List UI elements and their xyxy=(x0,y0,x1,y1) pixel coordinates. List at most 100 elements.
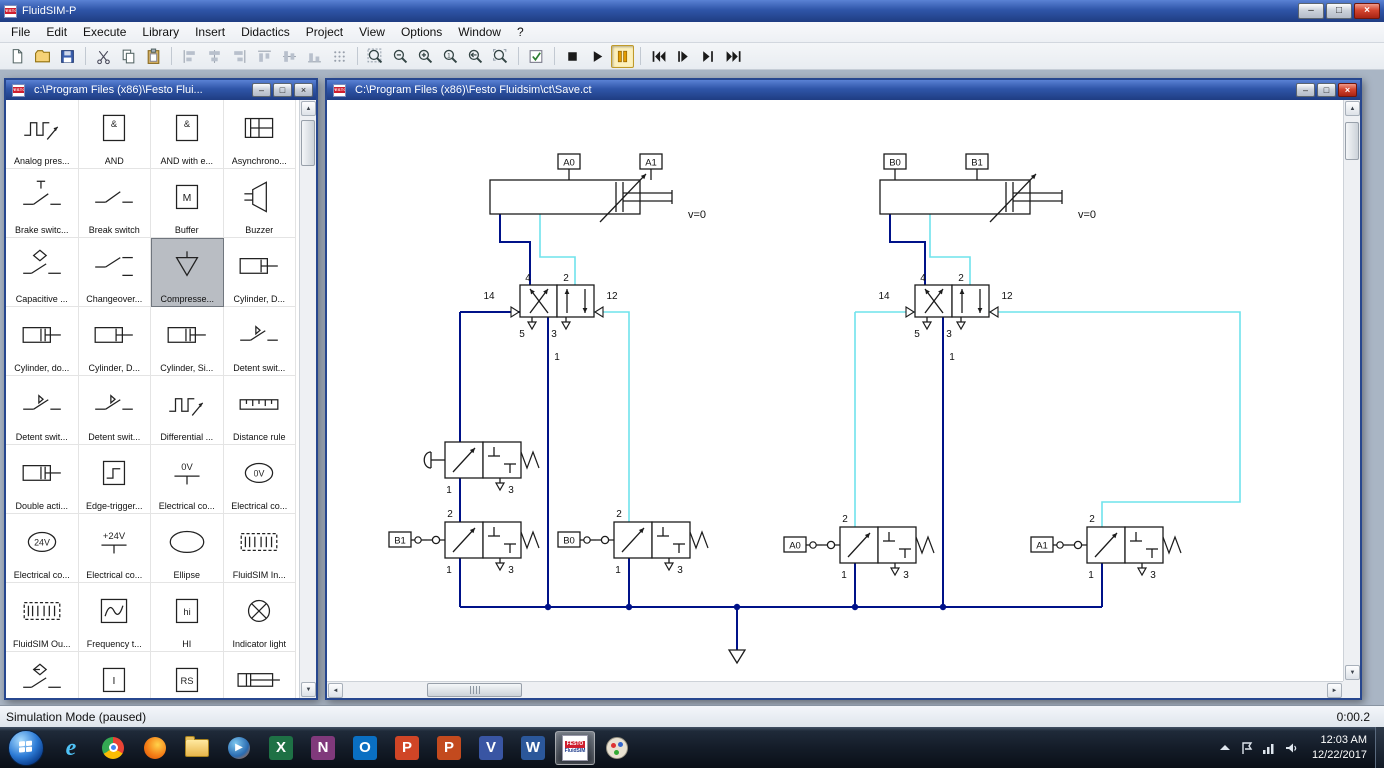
library-item-elec-conn-24v-2[interactable]: +24V Electrical co... xyxy=(78,514,151,583)
start-button[interactable] xyxy=(8,729,44,766)
toolbar-pause-button[interactable] xyxy=(611,44,634,68)
menu-item-help[interactable]: ? xyxy=(509,23,532,41)
circuit-hscroll-thumb[interactable] xyxy=(427,683,522,697)
menu-item-options[interactable]: Options xyxy=(393,23,450,41)
wires[interactable] xyxy=(459,214,1241,650)
library-maximize-button[interactable]: □ xyxy=(273,83,292,97)
toolbar-align-center-button[interactable] xyxy=(203,45,226,68)
library-item-indicator-light[interactable]: Indicator light xyxy=(223,583,296,652)
menu-item-edit[interactable]: Edit xyxy=(38,23,75,41)
taskbar-windows-explorer-button[interactable] xyxy=(177,731,217,765)
library-item-ellipse[interactable]: Ellipse xyxy=(151,514,224,583)
library-scrollbar[interactable]: ▲ ▼ xyxy=(299,100,316,698)
toolbar-single-step-button[interactable] xyxy=(672,45,695,68)
library-item-cylinder-si[interactable]: Cylinder, Si... xyxy=(151,307,224,376)
circuit-vscrollbar[interactable]: ▲ ▼ xyxy=(1343,100,1360,681)
valve-b0[interactable]: B0 2 1 3 xyxy=(557,509,709,576)
library-item-cylinder-d2[interactable]: Cylinder, D... xyxy=(78,307,151,376)
menu-item-view[interactable]: View xyxy=(351,23,393,41)
library-item-detent-1[interactable]: Detent swit... xyxy=(223,307,296,376)
library-item-fluidsim-out[interactable]: FluidSIM Ou... xyxy=(6,583,79,652)
toolbar-save-button[interactable] xyxy=(56,45,79,68)
toolbar-align-top-button[interactable] xyxy=(253,45,276,68)
taskbar-fluidsim-button[interactable]: FESTO FluidSIM xyxy=(555,730,595,765)
library-item-compressed-air-supply[interactable]: Compresse... xyxy=(151,238,224,307)
library-item-break-switch[interactable]: Break switch xyxy=(78,169,151,238)
library-item-linear-drive[interactable]: Linear Drive... xyxy=(224,652,296,698)
toolbar-check-circuit-button[interactable] xyxy=(525,45,548,68)
library-item-elec-conn-0v-2[interactable]: 0V Electrical co... xyxy=(223,445,296,514)
taskbar-firefox-button[interactable] xyxy=(135,731,175,765)
scroll-left-arrow[interactable]: ◄ xyxy=(328,683,343,698)
toolbar-copy-button[interactable] xyxy=(117,45,140,68)
close-button[interactable]: × xyxy=(1354,3,1380,19)
circuit-hscrollbar[interactable]: ◄ ► xyxy=(327,681,1343,698)
library-item-input[interactable]: IInput xyxy=(79,652,151,698)
taskbar-visio-button[interactable]: V xyxy=(471,731,511,765)
menu-item-library[interactable]: Library xyxy=(134,23,187,41)
taskbar-excel-button[interactable]: X xyxy=(261,731,301,765)
library-minimize-button[interactable]: – xyxy=(252,83,271,97)
circuit-window-titlebar[interactable]: FESTO C:\Program Files (x86)\Festo Fluid… xyxy=(327,80,1360,100)
taskbar-internet-explorer-button[interactable]: e xyxy=(51,731,91,765)
taskbar-outlook-button[interactable]: O xyxy=(345,731,385,765)
cylinder-b[interactable]: B0 B1 v=0 xyxy=(879,153,1096,223)
taskbar-publisher-button[interactable]: P xyxy=(429,731,469,765)
tray-hidden-icons-icon[interactable] xyxy=(1218,741,1232,755)
library-item-latching-relay[interactable]: RSLatching relay xyxy=(151,652,224,698)
show-desktop-button[interactable] xyxy=(1375,727,1384,768)
toolbar-grid-button[interactable] xyxy=(328,45,351,68)
taskbar-powerpoint-button[interactable]: P xyxy=(387,731,427,765)
menu-item-execute[interactable]: Execute xyxy=(75,23,134,41)
library-item-frequency[interactable]: Frequency t... xyxy=(78,583,151,652)
library-scroll-thumb[interactable] xyxy=(301,120,315,166)
menu-item-insert[interactable]: Insert xyxy=(187,23,233,41)
library-item-elec-conn-0v[interactable]: 0V Electrical co... xyxy=(151,445,224,514)
menu-item-didactics[interactable]: Didactics xyxy=(233,23,298,41)
menu-item-file[interactable]: File xyxy=(3,23,38,41)
library-item-distance-rule[interactable]: Distance rule xyxy=(223,376,296,445)
toolbar-open-button[interactable] xyxy=(31,45,54,68)
valve-start-button[interactable]: 13 xyxy=(423,441,540,496)
toolbar-align-middle-button[interactable] xyxy=(278,45,301,68)
toolbar-new-button[interactable] xyxy=(6,45,29,68)
tray-network-icon[interactable] xyxy=(1262,741,1276,755)
tray-volume-icon[interactable] xyxy=(1284,741,1298,755)
cylinder-a[interactable]: A0 A1 v=0 xyxy=(489,153,706,223)
library-item-and[interactable]: & AND xyxy=(78,100,151,169)
circuit-close-button[interactable]: × xyxy=(1338,83,1357,97)
toolbar-reset-button[interactable] xyxy=(647,45,670,68)
menu-item-project[interactable]: Project xyxy=(298,23,351,41)
taskbar-media-player-button[interactable]: ▶ xyxy=(219,731,259,765)
toolbar-paste-button[interactable] xyxy=(142,45,165,68)
library-item-asynchrono[interactable]: Asynchrono... xyxy=(223,100,296,169)
scroll-down-arrow[interactable]: ▼ xyxy=(301,682,316,697)
maximize-button[interactable]: □ xyxy=(1326,3,1352,19)
circuit-minimize-button[interactable]: – xyxy=(1296,83,1315,97)
toolbar-align-right-button[interactable] xyxy=(228,45,251,68)
circuit-canvas[interactable]: A0 A1v=0B0 B1v=04 214 125 314 214 125 311 3B121 3B… xyxy=(327,100,1343,681)
toolbar-stop-button[interactable] xyxy=(561,45,584,68)
taskbar-chrome-button[interactable] xyxy=(93,731,133,765)
tray-action-center-icon[interactable] xyxy=(1240,741,1254,755)
taskbar-onenote-button[interactable]: N xyxy=(303,731,343,765)
taskbar-word-button[interactable]: W xyxy=(513,731,553,765)
compressed-air-supply[interactable] xyxy=(727,649,747,665)
library-item-hi[interactable]: hi HI xyxy=(151,583,224,652)
scroll-up-arrow[interactable]: ▲ xyxy=(301,101,316,116)
toolbar-to-end-button[interactable] xyxy=(722,45,745,68)
library-close-button[interactable]: × xyxy=(294,83,313,97)
library-item-cylinder-do[interactable]: Cylinder, do... xyxy=(6,307,79,376)
library-item-edge-trigger[interactable]: Edge-trigger... xyxy=(78,445,151,514)
menu-item-window[interactable]: Window xyxy=(450,23,509,41)
library-window-titlebar[interactable]: FESTO c:\Program Files (x86)\Festo Flui.… xyxy=(6,80,316,100)
library-item-buffer[interactable]: M Buffer xyxy=(151,169,224,238)
circuit-maximize-button[interactable]: □ xyxy=(1317,83,1336,97)
toolbar-zoom-out-button[interactable] xyxy=(389,45,412,68)
library-item-differential[interactable]: Differential ... xyxy=(151,376,224,445)
taskbar-paint-button[interactable] xyxy=(597,731,637,765)
toolbar-start-button[interactable] xyxy=(586,45,609,68)
library-item-inductive-prox[interactable]: Inductive pr... xyxy=(6,652,79,698)
toolbar-zoom-full-button[interactable]: 1 xyxy=(439,45,462,68)
toolbar-align-left-button[interactable] xyxy=(178,45,201,68)
